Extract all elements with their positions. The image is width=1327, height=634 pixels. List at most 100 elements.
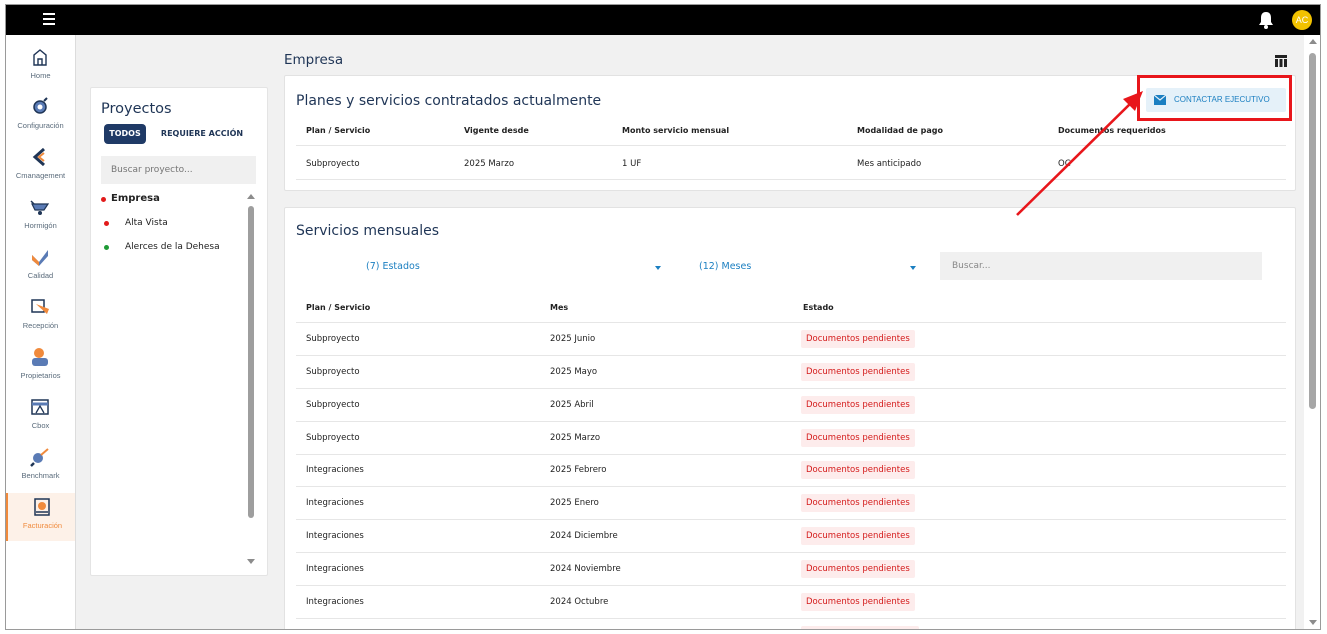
- projects-panel: Proyectos TODOS REQUIERE ACCIÓN Empresa …: [90, 87, 268, 576]
- annotation-arrow: [1016, 91, 1143, 216]
- chevron-down-icon: [910, 266, 916, 270]
- table-cell: Subproyecto: [306, 433, 360, 443]
- nav-configuracion[interactable]: Configuración: [6, 93, 75, 141]
- status-dot: [104, 221, 109, 226]
- status-badge: Documentos pendientes: [801, 330, 915, 348]
- status-badge: Documentos pendientes: [801, 494, 915, 512]
- nav-recepcion[interactable]: Recepción: [6, 293, 75, 341]
- table-cell: 2025 Febrero: [550, 465, 607, 475]
- project-name: Empresa: [111, 193, 160, 204]
- status-badge: Documentos pendientes: [801, 593, 915, 611]
- nav-label: Benchmark: [21, 471, 60, 480]
- scroll-down-icon[interactable]: [1309, 620, 1317, 625]
- project-item-alta-vista[interactable]: Alta Vista: [101, 216, 241, 240]
- col-header: Mes: [550, 303, 569, 312]
- divider: [296, 519, 1286, 520]
- top-bar: AC: [6, 5, 1320, 35]
- project-search-input[interactable]: [101, 156, 256, 184]
- status-badge: Documentos pendientes: [801, 461, 915, 479]
- divider: [296, 454, 1286, 455]
- plans-title: Planes y servicios contratados actualmen…: [296, 93, 602, 109]
- project-list: Empresa Alta Vista Alerces de la Dehesa: [101, 192, 241, 264]
- divider: [296, 552, 1286, 553]
- nav-label: Hormigón: [24, 221, 57, 230]
- highlight-box: [1137, 75, 1292, 121]
- scroll-down-icon[interactable]: [247, 559, 255, 564]
- table-cell: 2025 Marzo: [550, 433, 601, 443]
- nav-label: Facturación: [22, 521, 63, 530]
- nav-home[interactable]: Home: [6, 43, 75, 91]
- project-name: Alta Vista: [125, 218, 168, 228]
- table-cell: 2025 Enero: [550, 498, 599, 508]
- table-cell: Subproyecto: [306, 367, 360, 377]
- table-cell: Subproyecto: [306, 400, 360, 410]
- table-cell: 2024 Noviembre: [550, 564, 621, 574]
- menu-icon[interactable]: [43, 13, 55, 25]
- side-nav: Home Configuración Cmanagement Hormigón …: [6, 35, 76, 629]
- monthly-search-input[interactable]: Buscar...: [940, 252, 1262, 280]
- nav-label: Propietarios: [20, 371, 61, 380]
- col-header: Plan / Servicio: [306, 126, 371, 135]
- divider: [296, 618, 1286, 619]
- monthly-title: Servicios mensuales: [296, 223, 439, 239]
- divider: [296, 486, 1286, 487]
- nav-calidad[interactable]: Calidad: [6, 243, 75, 291]
- nav-facturacion[interactable]: Facturación: [6, 493, 75, 541]
- tab-requiere-accion[interactable]: REQUIERE ACCIÓN: [157, 124, 247, 144]
- benchmark-icon: [30, 448, 49, 467]
- divider: [296, 388, 1286, 389]
- page-title: Empresa: [284, 52, 344, 68]
- nav-label: Calidad: [27, 271, 54, 280]
- nav-cbox[interactable]: Cbox: [6, 393, 75, 441]
- cmanagement-icon: [32, 147, 45, 167]
- table-cell: 1 UF: [622, 159, 642, 169]
- status-badge: Documentos pendientes: [801, 527, 915, 545]
- project-name: Alerces de la Dehesa: [125, 242, 220, 252]
- col-header: Estado: [803, 303, 834, 312]
- nav-propietarios[interactable]: Propietarios: [6, 343, 75, 391]
- billing-icon: [34, 498, 50, 516]
- nav-hormigon[interactable]: Hormigón: [6, 193, 75, 241]
- tab-todos[interactable]: TODOS: [104, 124, 146, 144]
- bell-icon[interactable]: [1258, 11, 1274, 29]
- table-cell: Integraciones: [306, 465, 364, 475]
- nav-cmanagement[interactable]: Cmanagement: [6, 143, 75, 191]
- months-filter-label: (12) Meses: [699, 261, 752, 272]
- scroll-up-icon[interactable]: [247, 194, 255, 199]
- gear-icon: [33, 97, 48, 114]
- table-cell: Integraciones: [306, 498, 364, 508]
- scroll-thumb[interactable]: [248, 206, 254, 518]
- col-header: Monto servicio mensual: [622, 126, 730, 135]
- project-scrollbar[interactable]: [246, 192, 256, 564]
- project-item-empresa[interactable]: Empresa: [101, 192, 241, 216]
- cbox-icon: [31, 399, 49, 415]
- table-cell: 2024 Octubre: [550, 597, 609, 607]
- scroll-up-icon[interactable]: [1309, 39, 1317, 44]
- app-window: AC Home Configuración Cmanagement Hormig…: [5, 4, 1321, 630]
- avatar[interactable]: AC: [1292, 10, 1312, 30]
- col-header: Modalidad de pago: [857, 126, 943, 135]
- check-icon: [32, 250, 48, 266]
- col-header: Plan / Servicio: [306, 303, 371, 312]
- nav-label: Cbox: [31, 421, 50, 430]
- page-scrollbar[interactable]: [1304, 35, 1320, 629]
- project-item-alerces[interactable]: Alerces de la Dehesa: [101, 240, 241, 264]
- status-badge: Documentos pendientes: [801, 363, 915, 381]
- status-dot: [101, 197, 106, 202]
- nav-label: Home: [30, 71, 51, 80]
- nav-label: Cmanagement: [15, 171, 66, 180]
- col-header: Vigente desde: [464, 126, 529, 135]
- table-cell: 2025 Abril: [550, 400, 594, 410]
- nav-label: Recepción: [22, 321, 59, 330]
- table-cell: Integraciones: [306, 564, 364, 574]
- chevron-down-icon: [655, 266, 661, 270]
- table-view-icon[interactable]: [1275, 55, 1287, 67]
- status-badge: Documentos pendientes: [801, 560, 915, 578]
- nav-benchmark[interactable]: Benchmark: [6, 443, 75, 491]
- scroll-thumb[interactable]: [1309, 53, 1316, 409]
- status-dot: [104, 245, 109, 250]
- divider: [296, 421, 1286, 422]
- owner-icon: [32, 348, 48, 366]
- status-badge: Documentos pendientes: [801, 429, 915, 447]
- wheelbarrow-icon: [30, 200, 50, 215]
